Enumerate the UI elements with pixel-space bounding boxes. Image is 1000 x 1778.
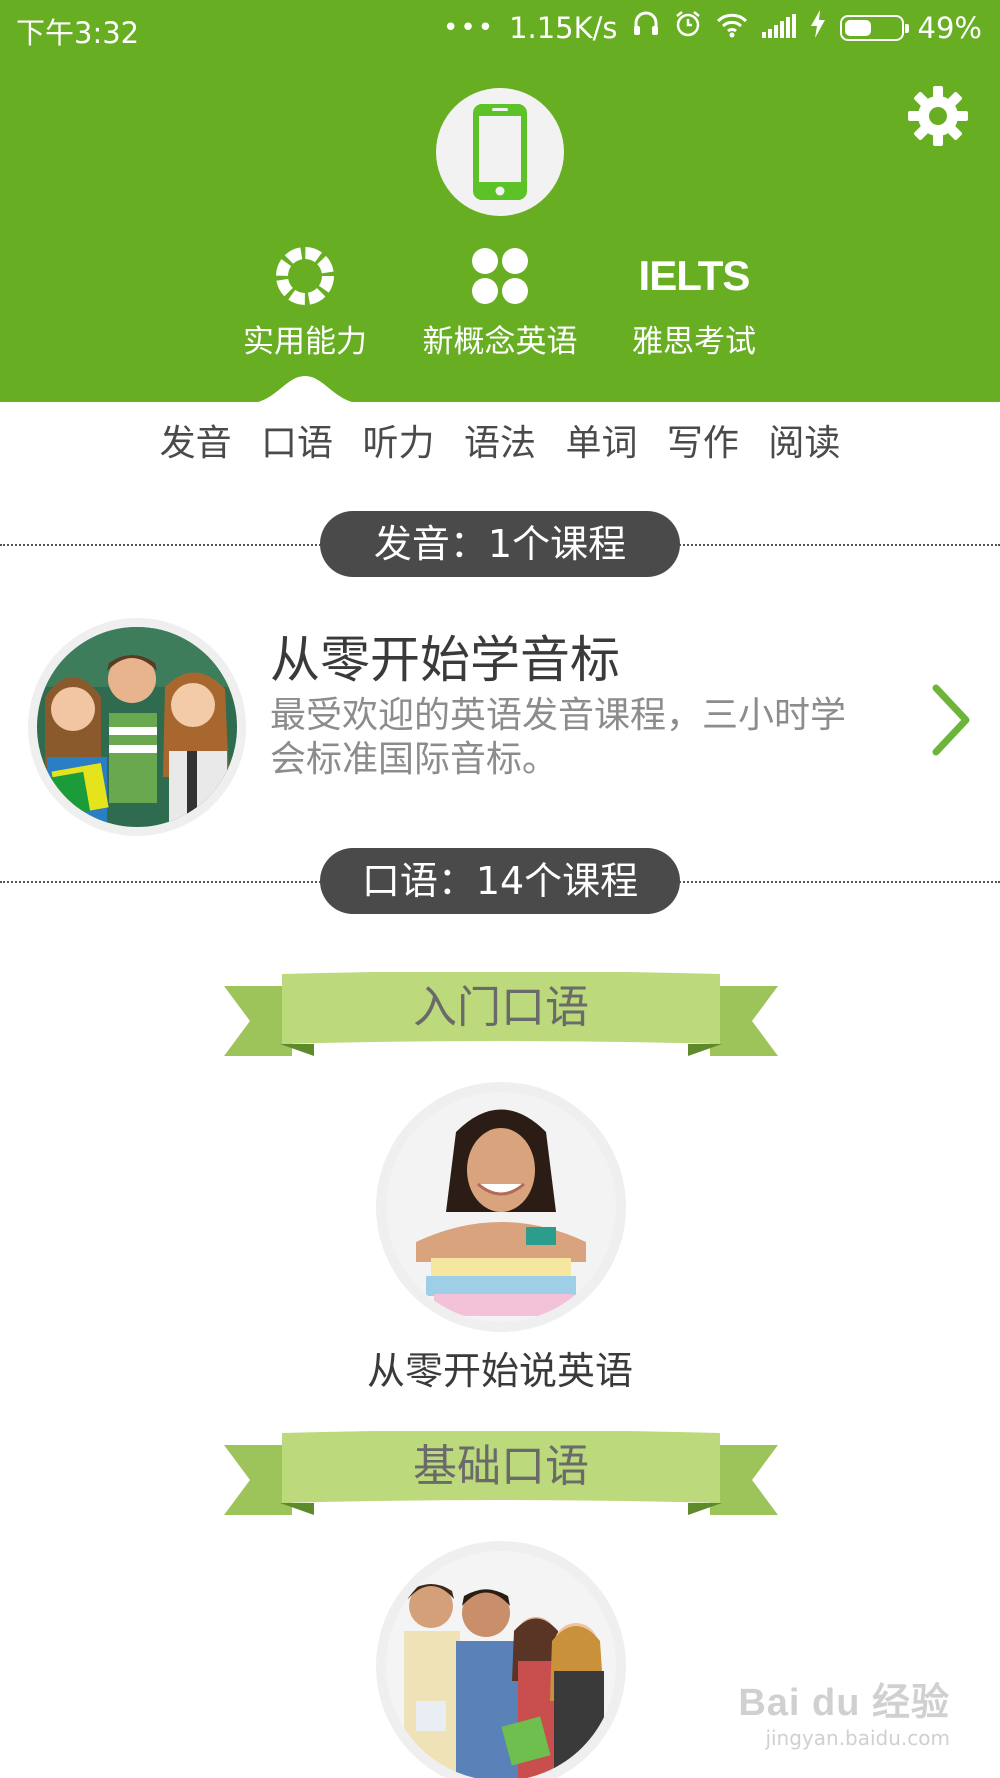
header: 下午3:32 ••• 1.15K/s 49% 实用能力 新概念英语 IELTS … bbox=[0, 0, 1000, 404]
subnav-speaking[interactable]: 口语 bbox=[261, 423, 333, 464]
level-ribbon-beginner: 入门口语 bbox=[224, 972, 778, 1062]
tab-practical-skills[interactable]: 实用能力 bbox=[215, 244, 395, 361]
girl-with-books-photo bbox=[386, 1092, 616, 1322]
section-header-speaking: 口语：14个课程 bbox=[320, 848, 680, 914]
battery-percent: 49% bbox=[917, 10, 982, 45]
battery-icon bbox=[839, 14, 909, 41]
subcategory-nav: 发音 口语 听力 语法 单词 写作 阅读 bbox=[0, 414, 1000, 466]
tab-new-concept-english[interactable]: 新概念英语 bbox=[410, 244, 590, 361]
headset-icon bbox=[632, 10, 660, 45]
tab-label: 雅思考试 bbox=[632, 324, 756, 360]
smartphone-icon bbox=[473, 104, 527, 200]
tab-label: 实用能力 bbox=[243, 324, 367, 360]
wifi-icon bbox=[716, 11, 748, 45]
course-name: 从零开始说英语 bbox=[366, 1349, 633, 1393]
tab-ielts[interactable]: IELTS 雅思考试 bbox=[604, 244, 784, 361]
course-card-basic-speaking[interactable] bbox=[376, 1541, 626, 1778]
level-ribbon-basic: 基础口语 bbox=[224, 1431, 778, 1521]
network-speed: 1.15K/s bbox=[509, 10, 618, 45]
subnav-grammar[interactable]: 语法 bbox=[464, 423, 536, 464]
selected-tab-indicator bbox=[245, 376, 365, 404]
signal-icon bbox=[761, 11, 796, 45]
baidu-watermark-logo: Bai du 经验 jingyan.baidu.com bbox=[738, 1671, 950, 1750]
subnav-listening[interactable]: 听力 bbox=[363, 423, 435, 464]
four-dots-icon bbox=[472, 248, 528, 304]
device-avatar[interactable] bbox=[436, 88, 564, 216]
course-title: 从零开始学音标 bbox=[270, 631, 620, 689]
watermark-url: jingyan.baidu.com bbox=[765, 1726, 950, 1750]
chevron-right-icon bbox=[932, 684, 970, 756]
alarm-icon bbox=[674, 10, 702, 45]
watermark-main: Bai du 经验 bbox=[738, 1682, 950, 1724]
status-time: 下午3:32 bbox=[16, 16, 140, 50]
tab-label: 新概念英语 bbox=[422, 324, 578, 360]
course-thumbnail bbox=[28, 618, 246, 836]
ribbon-label: 入门口语 bbox=[413, 982, 589, 1033]
ring-icon bbox=[276, 247, 334, 305]
subnav-reading[interactable]: 阅读 bbox=[768, 423, 840, 464]
subnav-vocabulary[interactable]: 单词 bbox=[565, 423, 637, 464]
gear-icon[interactable] bbox=[906, 84, 970, 148]
more-dots-icon: ••• bbox=[443, 12, 496, 43]
course-card-start-speaking[interactable] bbox=[376, 1082, 626, 1332]
group-students-photo bbox=[386, 1551, 616, 1778]
status-bar: 下午3:32 ••• 1.15K/s 49% bbox=[0, 0, 1000, 58]
charging-bolt-icon bbox=[810, 10, 826, 45]
ielts-logo-icon: IELTS bbox=[638, 252, 751, 299]
subnav-pronunciation[interactable]: 发音 bbox=[160, 423, 232, 464]
subnav-writing[interactable]: 写作 bbox=[667, 423, 739, 464]
ribbon-label: 基础口语 bbox=[413, 1441, 589, 1492]
section-header-pronunciation: 发音：1个课程 bbox=[320, 511, 680, 577]
app-screen: 下午3:32 ••• 1.15K/s 49% 实用能力 新概念英语 IELTS … bbox=[0, 0, 1000, 1778]
course-row-phonetics[interactable]: 从零开始学音标 最受欢迎的英语发音课程，三小时学会标准国际音标。 bbox=[0, 612, 1000, 842]
status-indicators: ••• 1.15K/s 49% bbox=[443, 10, 982, 45]
course-description: 最受欢迎的英语发音课程，三小时学会标准国际音标。 bbox=[270, 695, 847, 780]
students-photo bbox=[37, 627, 237, 827]
